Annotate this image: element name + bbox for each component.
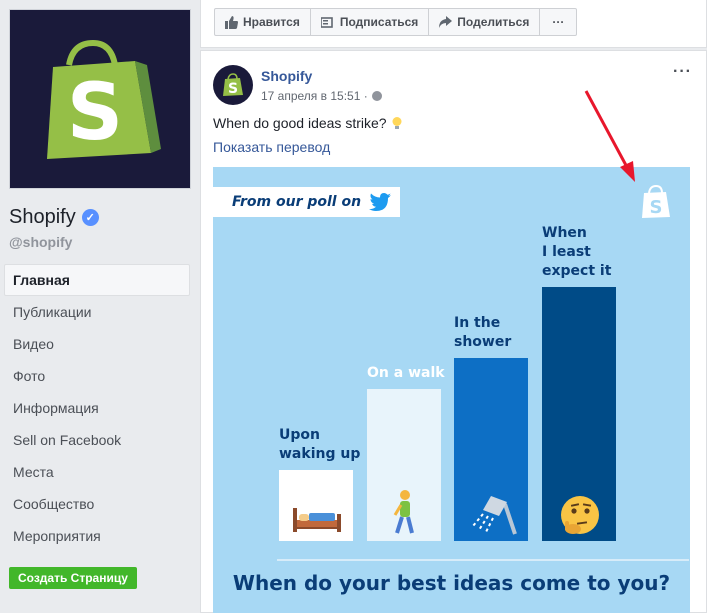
svg-text:S: S <box>67 68 123 158</box>
bar-label-line: In the <box>454 315 501 331</box>
bar-label-line: When <box>542 225 587 241</box>
poll-tag-text: From our poll on <box>232 194 362 210</box>
bar-label: In the shower <box>454 314 511 352</box>
thumbs-up-icon <box>225 15 238 29</box>
share-label: Поделиться <box>457 15 530 29</box>
bed-icon <box>293 508 341 532</box>
thinking-face-icon <box>561 496 599 534</box>
twitter-icon <box>369 193 392 211</box>
page-nav: Главная Публикации Видео Фото Информация… <box>4 264 190 552</box>
post-image[interactable]: From our poll on S Upon waking up On a w… <box>213 167 690 613</box>
bar-label-line: I least <box>542 244 591 260</box>
bar-label-line: Upon <box>279 427 320 443</box>
verified-icon: ✓ <box>81 209 99 226</box>
shopify-bag-icon: S <box>642 185 670 218</box>
follow-icon <box>320 16 333 28</box>
shopify-bag-icon: S <box>223 73 243 97</box>
nav-item-places[interactable]: Места <box>4 456 190 488</box>
avatar[interactable]: S <box>213 65 253 105</box>
share-button[interactable]: Поделиться <box>429 8 541 36</box>
nav-item-about[interactable]: Информация <box>4 392 190 424</box>
poll-tag: From our poll on <box>213 187 400 217</box>
more-actions-label: ··· <box>552 15 565 29</box>
nav-item-home[interactable]: Главная <box>4 264 190 296</box>
svg-text:S: S <box>650 197 663 218</box>
bar-label-line: On a walk <box>367 365 445 381</box>
nav-item-events[interactable]: Мероприятия <box>4 520 190 552</box>
bar-label: On a walk <box>367 364 445 383</box>
share-icon <box>439 16 453 28</box>
walker-icon <box>393 490 414 534</box>
page-name-text: Shopify <box>9 206 76 228</box>
shopify-bag-icon: S <box>47 39 161 159</box>
post-meta: 17 апреля в 15:51 · <box>261 89 382 103</box>
post-options-button[interactable]: ··· <box>673 63 692 81</box>
svg-text:S: S <box>228 81 238 97</box>
nav-item-sell-on-facebook[interactable]: Sell on Facebook <box>4 424 190 456</box>
follow-label: Подписаться <box>339 15 419 29</box>
divider <box>277 559 689 561</box>
post-text: When do good ideas strike? <box>213 115 402 131</box>
shower-icon <box>472 496 517 535</box>
bar-label: When I least expect it <box>542 224 611 281</box>
page-profile-picture[interactable]: S <box>9 9 191 189</box>
like-label: Нравится <box>243 15 300 29</box>
post-timestamp[interactable]: 17 апреля в 15:51 · <box>261 89 368 103</box>
bar-label-line: waking up <box>279 446 361 462</box>
more-actions-button[interactable]: ··· <box>540 8 578 36</box>
nav-item-photos[interactable]: Фото <box>4 360 190 392</box>
page-action-bar: Нравится Подписаться Поделиться ··· <box>200 0 707 48</box>
nav-item-community[interactable]: Сообщество <box>4 488 190 520</box>
bar-label: Upon waking up <box>279 426 360 464</box>
globe-icon <box>371 91 382 101</box>
create-page-button[interactable]: Создать Страницу <box>9 567 137 589</box>
red-arrow-icon <box>584 90 635 182</box>
page-sidebar: S Shopify ✓ @shopify Главная Публикации … <box>0 0 200 613</box>
bar-label-line: expect it <box>542 263 612 279</box>
post-message: When do good ideas strike? <box>213 115 387 131</box>
page-title: Shopify ✓ <box>9 206 99 229</box>
follow-button[interactable]: Подписаться <box>310 8 430 36</box>
post-author[interactable]: Shopify <box>261 68 312 84</box>
graphic-question: When do your best ideas come to you? <box>232 571 671 595</box>
nav-item-videos[interactable]: Видео <box>4 328 190 360</box>
bar-label-line: shower <box>454 334 512 350</box>
page-handle[interactable]: @shopify <box>9 234 72 250</box>
nav-item-posts[interactable]: Публикации <box>4 296 190 328</box>
see-translation-link[interactable]: Показать перевод <box>213 139 330 155</box>
like-button[interactable]: Нравится <box>214 8 311 36</box>
lightbulb-icon <box>392 116 402 129</box>
